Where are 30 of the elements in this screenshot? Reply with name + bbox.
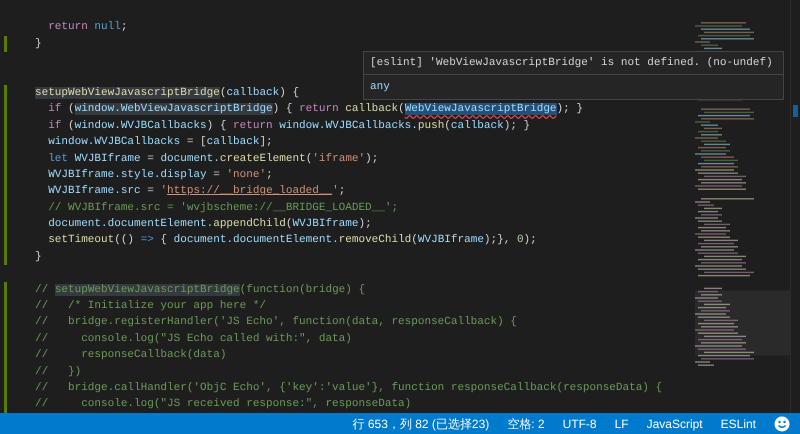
code-line: window.WVJBCallbacks = [callback]; — [47, 135, 273, 150]
status-item[interactable]: LF — [614, 414, 629, 432]
code-line: setTimeout(() => { document.documentElement.removeChild(WVJBIframe);}, 0); — [47, 233, 537, 248]
code-line: // responseCallback(data) — [35, 348, 226, 364]
code-line: } — [35, 250, 42, 265]
status-item[interactable]: 空格: 2 — [507, 414, 545, 432]
code-line: if (window.WVJBCallbacks) { return window.WVJBCallbacks.push(callback); } — [47, 118, 530, 134]
status-item[interactable]: 行 653，列 82 (已选择23) — [352, 414, 490, 432]
code-line: // bridge.callHandler('ObjC Echo', {'key':'value'}, function responseCallback(responseData) { — [35, 380, 662, 396]
code-line: // }) — [35, 364, 82, 380]
code-line: // bridge.registerHandler('JS Echo', function(data, responseCallback) { — [35, 315, 517, 330]
code-line: // console.log("JS received response:", responseData) — [35, 397, 412, 412]
type-label: any — [370, 81, 390, 93]
code-line: } — [35, 36, 42, 52]
lint-message: [eslint] 'WebViewJavascriptBridge' is not defined. (no-undef) — [364, 52, 783, 75]
code-line: // WVJBIframe.src = 'wvjbscheme://__BRIDGE_LOADED__'; — [47, 200, 398, 216]
code-line: document.documentElement.appendChild(WVJBIframe); — [47, 217, 372, 232]
smiley-icon[interactable] — [774, 416, 790, 432]
code-line: let WVJBIframe = document.createElement('iframe'); — [47, 152, 378, 167]
scrollbar-thumb[interactable] — [793, 105, 798, 117]
code-line: WVJBIframe.style.display = 'none'; — [47, 168, 273, 183]
code-line: WVJBIframe.src = 'https://__bridge_loaded__'; — [47, 184, 346, 200]
code-line: // console.log("JS Echo called with:", data) — [35, 332, 352, 347]
code-line: return null; — [47, 20, 128, 36]
status-item[interactable]: ESLint — [720, 414, 756, 432]
status-item[interactable]: JavaScript — [646, 414, 703, 432]
code-line: setupWebViewJavascriptBridge(callback) { — [35, 86, 300, 101]
code-line: // /* Initialize your app here */ — [35, 299, 266, 314]
code-line: // setupWebViewJavascriptBridge(function(bridge) { — [35, 282, 366, 298]
status-item[interactable]: UTF-8 — [562, 414, 597, 432]
